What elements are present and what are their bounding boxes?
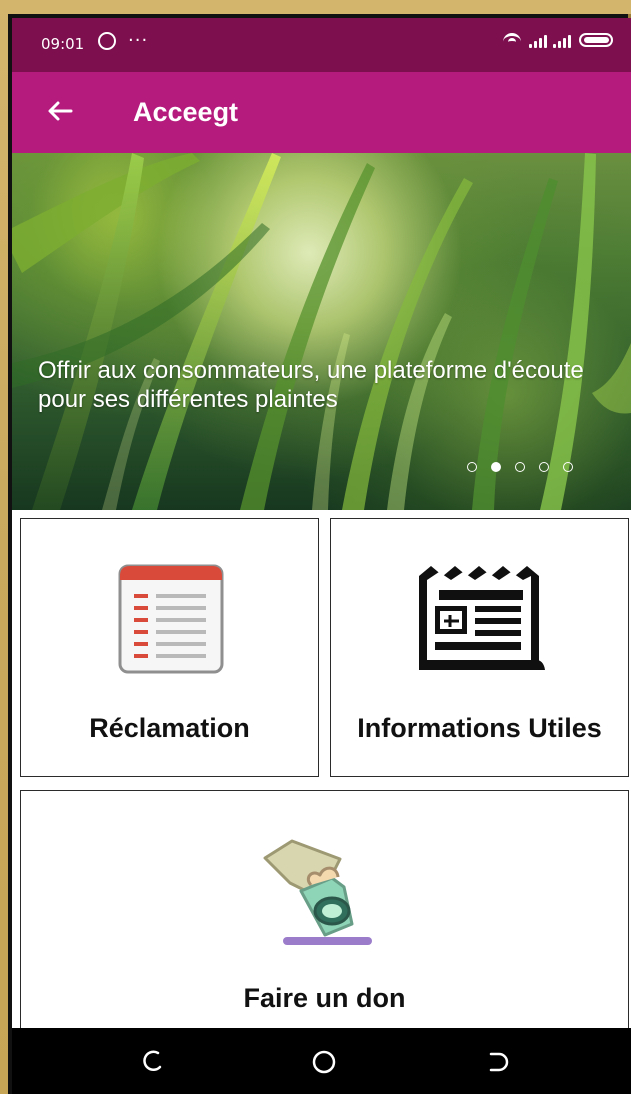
app-bar: Acceegt bbox=[12, 72, 631, 153]
informations-label: Informations Utiles bbox=[357, 713, 602, 743]
wifi-icon bbox=[501, 32, 523, 48]
signal-icon-secondary bbox=[553, 32, 571, 48]
status-bar: 09:01 ··· bbox=[12, 18, 631, 72]
reclamation-label: Réclamation bbox=[89, 713, 250, 743]
status-more: ··· bbox=[128, 30, 149, 51]
informations-card[interactable]: Informations Utiles bbox=[330, 518, 629, 777]
banner-text: Offrir aux consommateurs, une plateforme… bbox=[38, 357, 584, 413]
carousel-dot[interactable] bbox=[563, 462, 573, 472]
status-time: 09:01 bbox=[41, 35, 85, 53]
recent-apps-icon[interactable] bbox=[138, 1048, 166, 1076]
signal-icon bbox=[529, 32, 547, 48]
screen: 09:01 ··· Acceegt Offrir aux consommateu… bbox=[12, 18, 631, 1094]
donation-icon bbox=[263, 839, 372, 945]
banner-carousel[interactable]: Offrir aux consommateurs, une plateforme… bbox=[12, 153, 631, 510]
carousel-dot[interactable] bbox=[467, 462, 477, 472]
carousel-dot[interactable] bbox=[539, 462, 549, 472]
phone-frame: 09:01 ··· Acceegt Offrir aux consommateu… bbox=[8, 14, 631, 1094]
home-icon[interactable] bbox=[310, 1048, 338, 1076]
reclamation-card[interactable]: Réclamation bbox=[20, 518, 319, 777]
whatsapp-icon bbox=[98, 32, 116, 50]
don-card[interactable]: Faire un don bbox=[20, 790, 629, 1052]
carousel-dot[interactable] bbox=[515, 462, 525, 472]
battery-icon bbox=[579, 33, 613, 47]
carousel-indicators[interactable] bbox=[467, 462, 573, 472]
status-icons bbox=[501, 32, 613, 48]
app-title: Acceegt bbox=[133, 97, 239, 127]
back-icon[interactable] bbox=[45, 96, 75, 126]
document-icon bbox=[118, 564, 224, 674]
carousel-dot-active[interactable] bbox=[491, 462, 501, 472]
newspaper-icon bbox=[419, 566, 545, 670]
nav-back-icon[interactable] bbox=[483, 1048, 511, 1076]
grass-background bbox=[12, 153, 631, 510]
don-label: Faire un don bbox=[243, 983, 406, 1013]
navigation-bar bbox=[12, 1028, 631, 1094]
